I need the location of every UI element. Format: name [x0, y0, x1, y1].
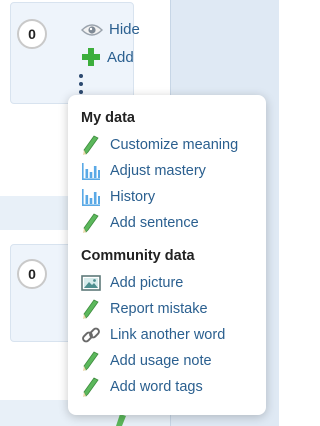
link-another-word-label: Link another word: [110, 327, 226, 343]
history-label: History: [110, 189, 156, 205]
report-mistake-label: Report mistake: [110, 301, 208, 317]
pencil-icon: [83, 299, 99, 319]
pencil-icon: [83, 377, 99, 397]
add-label: Add: [107, 48, 134, 66]
add-usage-note-label: Add usage note: [110, 353, 212, 369]
plus-icon: [82, 48, 100, 66]
community-data-heading: Community data: [81, 248, 195, 264]
report-mistake-item[interactable]: Report mistake: [81, 296, 266, 322]
hide-label: Hide: [109, 21, 140, 38]
hide-button[interactable]: Hide: [81, 21, 140, 38]
adjust-mastery-label: Adjust mastery: [110, 163, 206, 179]
add-sentence-label: Add sentence: [110, 215, 199, 231]
eye-icon: [81, 23, 103, 36]
add-word-tags-item[interactable]: Add word tags: [81, 374, 266, 400]
add-sentence-item[interactable]: Add sentence: [81, 210, 266, 236]
kebab-dot: [79, 82, 83, 86]
bar-chart-icon: [82, 163, 100, 180]
context-menu: My data Customize meaning Adjust mastery…: [68, 95, 266, 415]
more-options-button[interactable]: [78, 74, 84, 94]
pencil-icon: [83, 213, 99, 233]
my-data-heading: My data: [81, 110, 135, 126]
kebab-dot: [79, 74, 83, 78]
pencil-icon: [83, 135, 99, 155]
history-item[interactable]: History: [81, 184, 266, 210]
review-counter: 0: [17, 259, 47, 289]
add-usage-note-item[interactable]: Add usage note: [81, 348, 266, 374]
pencil-icon: [116, 414, 126, 426]
add-picture-label: Add picture: [110, 275, 184, 291]
link-icon: [82, 327, 100, 343]
adjust-mastery-item[interactable]: Adjust mastery: [81, 158, 266, 184]
pencil-icon: [83, 351, 99, 371]
kebab-dot: [79, 90, 83, 94]
link-another-word-item[interactable]: Link another word: [81, 322, 266, 348]
customize-meaning-item[interactable]: Customize meaning: [81, 132, 266, 158]
add-picture-item[interactable]: Add picture: [81, 270, 266, 296]
review-counter: 0: [17, 19, 47, 49]
picture-icon: [81, 275, 101, 291]
customize-meaning-label: Customize meaning: [110, 137, 239, 153]
word-card: 0 Hide Add: [10, 2, 140, 104]
bar-chart-icon: [82, 189, 100, 206]
add-word-tags-label: Add word tags: [110, 379, 203, 395]
add-button[interactable]: Add: [81, 47, 134, 67]
